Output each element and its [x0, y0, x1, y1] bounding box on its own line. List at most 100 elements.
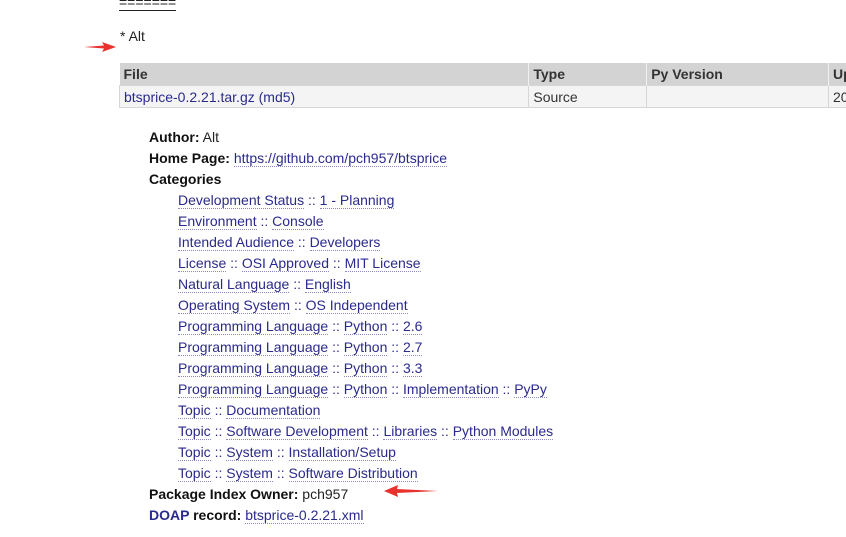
category-link[interactable]: Python [343, 360, 388, 377]
category-separator: :: [328, 318, 344, 334]
file-download-link[interactable]: btsprice-0.2.21.tar.gz [124, 89, 255, 105]
category-link[interactable]: Software Distribution [288, 465, 418, 482]
annotation-arrow-icon [384, 485, 438, 497]
category-item: Intended Audience :: Developers [178, 232, 553, 253]
author-label: Author: [149, 129, 200, 145]
category-item: Development Status :: 1 - Planning [178, 190, 553, 211]
category-link[interactable]: Developers [309, 234, 381, 251]
category-item: Programming Language :: Python :: 3.3 [178, 358, 553, 379]
category-link[interactable]: Console [272, 213, 324, 230]
category-separator: :: [226, 255, 242, 271]
category-item: Topic :: System :: Installation/Setup [178, 442, 553, 463]
column-header-uploaded: Up [828, 63, 846, 86]
category-link[interactable]: Python [343, 318, 388, 335]
category-separator: :: [210, 444, 227, 460]
category-link[interactable]: Operating System [178, 297, 291, 314]
categories-row: Categories Development Status :: 1 - Pla… [149, 169, 554, 484]
category-item: Natural Language :: English [178, 274, 553, 295]
category-link[interactable]: Intended Audience [178, 234, 294, 251]
category-separator: :: [272, 444, 289, 460]
category-link[interactable]: Implementation [402, 381, 499, 398]
category-link[interactable]: System [226, 444, 273, 461]
category-separator: :: [329, 255, 345, 271]
section-title: Alt [128, 28, 145, 44]
category-separator: :: [304, 192, 320, 208]
category-link[interactable]: MIT License [344, 255, 421, 272]
category-link[interactable]: License [178, 255, 227, 272]
package-details: Author: Alt Home Page: https://github.co… [149, 127, 554, 526]
category-separator: :: [294, 234, 310, 250]
category-link[interactable]: OSI Approved [241, 255, 329, 272]
category-link[interactable]: Python Modules [452, 423, 554, 440]
category-link[interactable]: OS Independent [305, 297, 408, 314]
category-link[interactable]: Programming Language [178, 318, 329, 335]
category-separator: :: [498, 381, 515, 397]
owner-row: Package Index Owner: pch957 [149, 484, 553, 505]
category-link[interactable]: PyPy [514, 381, 547, 398]
category-link[interactable]: Development Status [178, 192, 305, 209]
category-separator: :: [367, 423, 384, 439]
category-link[interactable]: Python [343, 339, 388, 356]
category-separator: :: [387, 381, 403, 397]
categories-label: Categories [149, 171, 222, 187]
category-separator: :: [210, 465, 227, 481]
category-separator: :: [387, 339, 403, 355]
category-link[interactable]: 2.6 [402, 318, 423, 335]
category-link[interactable]: Programming Language [178, 381, 329, 398]
category-link[interactable]: Natural Language [178, 276, 290, 293]
home-page-row: Home Page: https://github.com/pch957/bts… [149, 148, 553, 169]
category-item: Environment :: Console [178, 211, 553, 232]
category-link[interactable]: Programming Language [178, 339, 329, 356]
category-link[interactable]: Environment [178, 213, 257, 230]
category-separator: :: [290, 297, 306, 313]
uploaded-cell: 20 [827, 85, 846, 108]
category-separator: :: [328, 381, 344, 397]
category-link[interactable]: Topic [178, 444, 211, 461]
category-link[interactable]: Software Development [226, 423, 368, 440]
category-separator: :: [256, 213, 273, 229]
category-item: Topic :: Software Development :: Librari… [178, 421, 554, 442]
category-link[interactable]: Topic [178, 465, 211, 482]
type-cell: Source [528, 85, 648, 108]
annotation-arrow-icon [84, 42, 116, 52]
section-heading: * Alt [120, 28, 145, 44]
category-link[interactable]: Topic [178, 402, 211, 419]
md5-link[interactable]: (md5) [259, 89, 296, 105]
category-item: Topic :: System :: Software Distribution [178, 463, 553, 484]
category-separator: :: [328, 360, 344, 376]
author-value: Alt [202, 129, 220, 145]
category-separator: :: [272, 465, 289, 481]
category-link[interactable]: System [226, 465, 273, 482]
category-separator: :: [387, 360, 403, 376]
bullet-marker: * [120, 28, 126, 44]
category-separator: :: [328, 339, 344, 355]
categories-list: Development Status :: 1 - Planning Enviro… [149, 190, 554, 484]
category-item: Programming Language :: Python :: 2.6 [178, 316, 553, 337]
category-link[interactable]: Documentation [226, 402, 321, 419]
doap-file-link[interactable]: btsprice-0.2.21.xml [245, 507, 364, 524]
category-link[interactable]: 1 - Planning [319, 192, 395, 209]
category-link[interactable]: English [304, 276, 351, 293]
file-cell: btsprice-0.2.21.tar.gz (md5) [118, 85, 530, 108]
category-link[interactable]: Installation/Setup [288, 444, 396, 461]
doap-label: record: [193, 507, 242, 523]
category-link[interactable]: 2.7 [402, 339, 423, 356]
category-separator: :: [210, 423, 227, 439]
category-separator: :: [387, 318, 403, 334]
home-page-link[interactable]: https://github.com/pch957/btsprice [233, 150, 448, 167]
column-header-file: File [119, 63, 530, 86]
category-item: Operating System :: OS Independent [178, 295, 553, 316]
column-header-type: Type [528, 63, 648, 86]
category-link[interactable]: Python [343, 381, 388, 398]
doap-abbr-link[interactable]: DOAP [149, 507, 189, 523]
category-separator: :: [289, 276, 305, 292]
category-link[interactable]: Libraries [383, 423, 438, 440]
category-link[interactable]: Topic [178, 423, 211, 440]
owner-value: pch957 [302, 486, 349, 502]
py-version-cell [646, 85, 829, 108]
category-separator: :: [210, 402, 227, 418]
category-link[interactable]: Programming Language [178, 360, 329, 377]
category-item: Programming Language :: Python :: 2.7 [178, 337, 553, 358]
category-separator: :: [437, 423, 453, 439]
category-link[interactable]: 3.3 [402, 360, 423, 377]
